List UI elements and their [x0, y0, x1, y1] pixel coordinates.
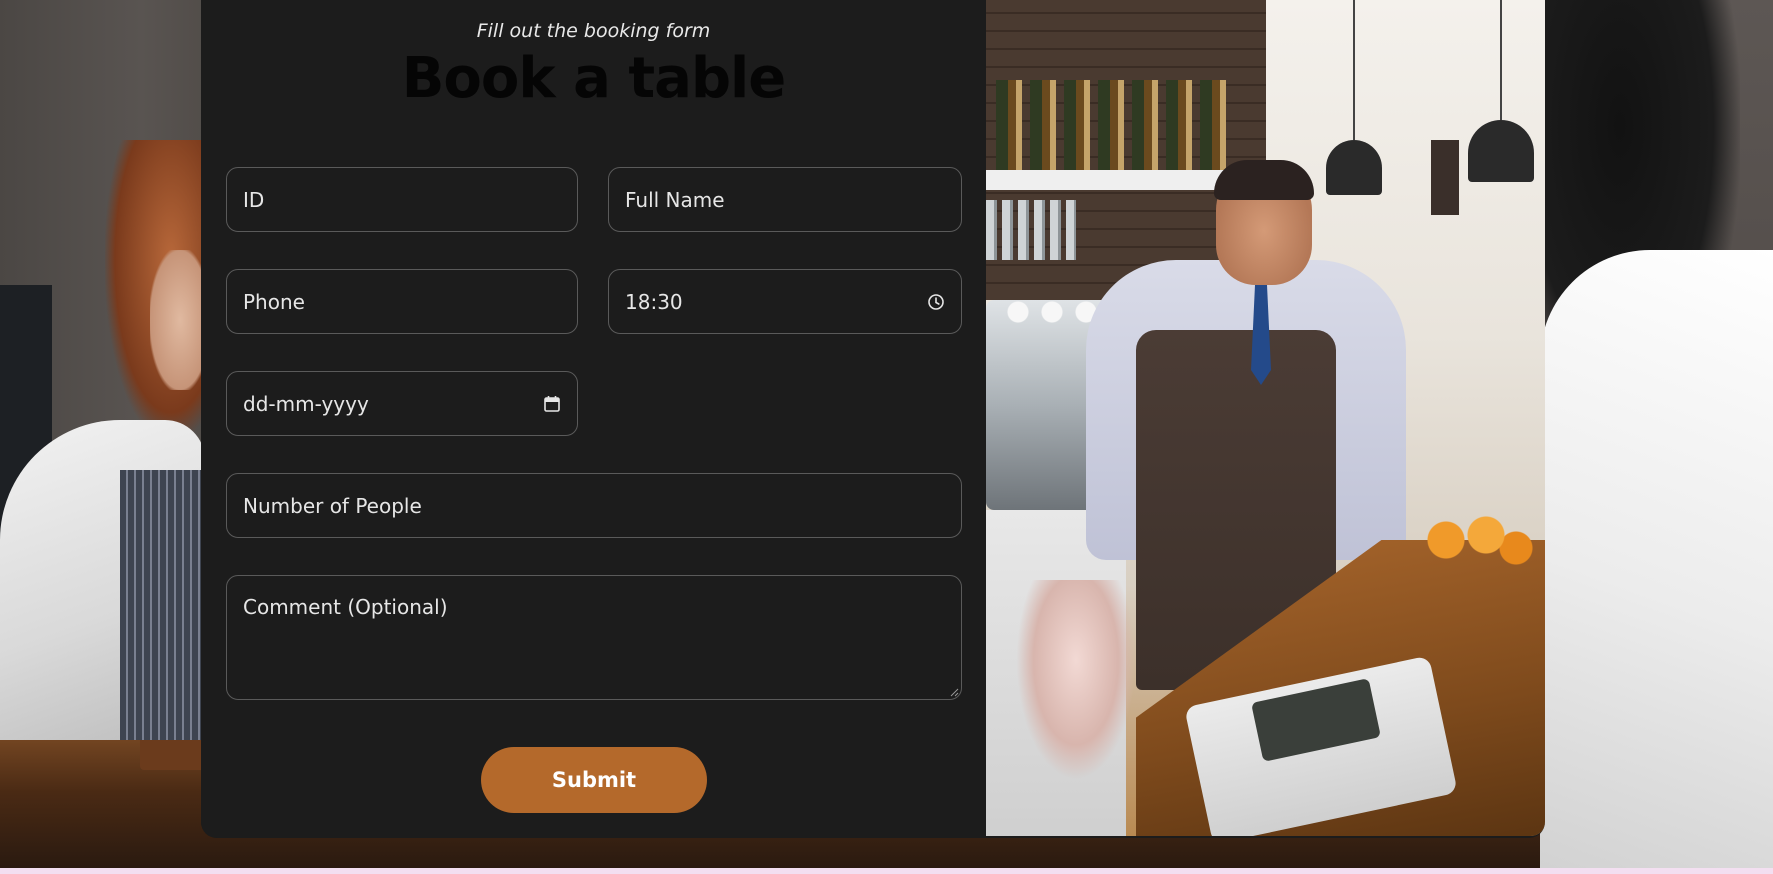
number-of-people-field-text: Number of People [243, 493, 422, 518]
booking-form: Fill out the booking form Book a table I… [201, 0, 986, 838]
resize-handle-icon[interactable] [949, 687, 959, 697]
id-field[interactable]: ID [226, 167, 578, 232]
full-name-field[interactable]: Full Name [608, 167, 962, 232]
page-title: Book a table [401, 46, 786, 111]
phone-field-text: Phone [243, 289, 305, 314]
calendar-icon[interactable] [543, 395, 561, 413]
time-field[interactable]: 18:30 [608, 269, 962, 334]
comment-textarea[interactable]: Comment (Optional) [226, 575, 962, 700]
date-field-text: dd-mm-yyyy [243, 391, 369, 416]
date-field[interactable]: dd-mm-yyyy [226, 371, 578, 436]
number-of-people-field[interactable]: Number of People [226, 473, 962, 538]
booking-card: Fill out the booking form Book a table I… [201, 0, 1545, 838]
submit-button[interactable]: Submit [481, 747, 707, 813]
page-bottom-strip [0, 868, 1773, 874]
chef-photo [986, 0, 1545, 836]
id-field-text: ID [243, 187, 265, 212]
time-field-value: 18:30 [625, 289, 683, 314]
comment-textarea-text: Comment (Optional) [243, 595, 448, 619]
phone-field[interactable]: Phone [226, 269, 578, 334]
full-name-field-text: Full Name [625, 187, 725, 212]
form-subtitle: Fill out the booking form [476, 20, 711, 42]
clock-icon[interactable] [927, 293, 945, 311]
